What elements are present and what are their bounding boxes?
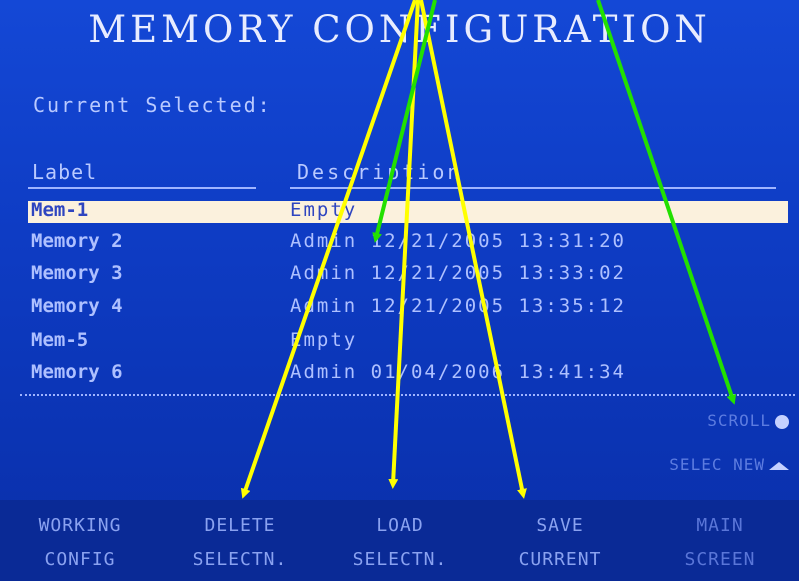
green-arrow-scroll: [596, 0, 737, 405]
yellow-arrow-save: [419, 0, 527, 499]
green-arrow-memory-list: [372, 0, 437, 243]
yellow-arrow-load: [388, 0, 420, 489]
yellow-arrow-delete: [240, 0, 417, 499]
annotation-arrows: [240, 0, 737, 499]
